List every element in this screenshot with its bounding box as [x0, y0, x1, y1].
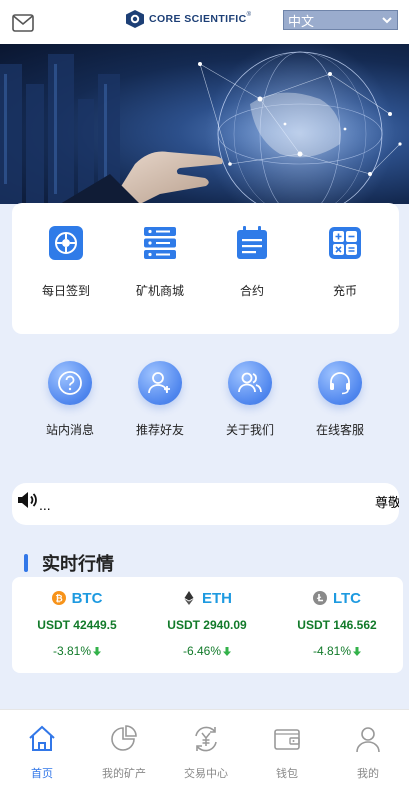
- tab-label: 交易中心: [184, 768, 228, 780]
- ethereum-icon: [184, 591, 194, 605]
- link-refer-friend[interactable]: 推荐好友: [112, 361, 208, 438]
- tab-profile[interactable]: 我的: [327, 724, 409, 781]
- tab-home[interactable]: 首页: [1, 724, 83, 781]
- coin-change: -4.81%: [272, 644, 402, 658]
- coin-price: USDT 2940.09: [167, 618, 247, 632]
- chevron-down-icon: [382, 17, 392, 24]
- link-label: 站内消息: [45, 423, 94, 437]
- exchange-yuan-icon: [195, 726, 217, 752]
- circle-button: [228, 361, 272, 405]
- coin-ltc[interactable]: LTC USDT 146.562 -4.81%: [272, 587, 402, 659]
- arrow-down-icon: [223, 646, 232, 656]
- home-icon: [29, 725, 55, 751]
- add-friend-icon: [148, 372, 170, 394]
- svg-text:₿: ₿: [55, 594, 62, 605]
- coin-symbol: ETH: [202, 589, 232, 607]
- top-header: CORE SCIENTIFIC ® 中文: [0, 0, 409, 44]
- tab-label: 我的: [357, 768, 379, 780]
- coin-header: ₿ BTC: [12, 587, 142, 609]
- link-messages[interactable]: 站内消息: [22, 361, 118, 438]
- circle-button: [138, 361, 182, 405]
- pie-chart-icon: [111, 725, 137, 751]
- market-section-title: 实时行情: [24, 552, 114, 574]
- coin-change: -3.81%: [12, 644, 142, 658]
- arrow-down-icon: [93, 646, 102, 656]
- server-icon: [144, 227, 176, 259]
- bottom-tab-bar: 首页 我的矿产 交易中心 钱包 我的: [0, 709, 409, 793]
- litecoin-icon: [312, 591, 327, 605]
- announcement-text: 尊敬: [375, 495, 399, 510]
- circle-button: [48, 361, 92, 405]
- quick-action-label: 充币: [332, 284, 357, 298]
- coin-change-value: -4.81%: [312, 644, 352, 658]
- title-accent-bar: [24, 554, 28, 572]
- coin-change: -6.46%: [142, 644, 272, 658]
- coin-header: LTC: [272, 587, 402, 609]
- link-label: 在线客服: [315, 423, 364, 437]
- hero-banner[interactable]: [0, 44, 409, 204]
- section-title-text: 实时行情: [42, 554, 114, 574]
- contract-icon: [237, 226, 267, 259]
- quick-action-label: 矿机商城: [135, 284, 184, 298]
- quick-action-label: 合约: [239, 284, 264, 298]
- arrow-down-icon: [353, 646, 362, 656]
- market-card: ₿ BTC USDT 42449.5 -3.81% ETH USDT 2940.…: [12, 577, 403, 673]
- circle-button: [318, 361, 362, 405]
- quick-action-deposit[interactable]: 充币: [297, 225, 393, 299]
- coin-change-value: -3.81%: [52, 644, 92, 658]
- link-label: 推荐好友: [135, 423, 184, 437]
- bitcoin-icon: ₿: [51, 591, 66, 605]
- tab-my-mining[interactable]: 我的矿产: [83, 724, 165, 781]
- coin-price: USDT 42449.5: [37, 618, 117, 632]
- headset-icon: [330, 372, 350, 395]
- wallet-icon: [274, 729, 300, 750]
- banner-globe-image: [0, 44, 402, 204]
- announcement-ellipsis: ...: [39, 497, 51, 513]
- language-select[interactable]: 中文: [283, 10, 398, 30]
- quick-action-daily-sign-in[interactable]: 每日签到: [18, 225, 114, 299]
- tab-label: 钱包: [276, 768, 298, 780]
- coin-symbol: LTC: [332, 589, 362, 607]
- mail-icon[interactable]: [12, 14, 34, 32]
- coin-symbol: BTC: [71, 589, 103, 607]
- tab-label: 首页: [31, 768, 53, 780]
- logo-text: CORE SCIENTIFIC: [149, 13, 247, 25]
- user-icon: [356, 727, 380, 753]
- logo-mark-icon: [126, 10, 144, 28]
- announcement-bar[interactable]: ... 尊敬: [12, 483, 399, 525]
- quick-action-miner-mall[interactable]: 矿机商城: [112, 225, 208, 299]
- tab-trade-center[interactable]: 交易中心: [165, 724, 247, 781]
- coin-price: USDT 146.562: [297, 618, 377, 632]
- calculator-icon: [329, 227, 361, 259]
- registered-mark: ®: [246, 12, 252, 18]
- tab-wallet[interactable]: 钱包: [246, 724, 328, 781]
- tab-label: 我的矿产: [102, 768, 146, 780]
- link-about-us[interactable]: 关于我们: [202, 361, 298, 438]
- brand-logo: CORE SCIENTIFIC ®: [124, 9, 251, 29]
- speaker-icon: [18, 492, 37, 508]
- coin-header: ETH: [142, 587, 272, 609]
- language-value: 中文: [288, 13, 315, 29]
- coin-change-value: -6.46%: [182, 644, 222, 658]
- link-label: 关于我们: [225, 423, 274, 437]
- sign-in-icon: [49, 226, 83, 260]
- users-icon: [238, 372, 262, 393]
- coin-eth[interactable]: ETH USDT 2940.09 -6.46%: [142, 587, 272, 659]
- question-icon: [58, 371, 82, 395]
- link-online-support[interactable]: 在线客服: [292, 361, 388, 438]
- coin-btc[interactable]: ₿ BTC USDT 42449.5 -3.81%: [12, 587, 142, 659]
- quick-action-contract[interactable]: 合约: [204, 225, 300, 299]
- quick-action-label: 每日签到: [41, 284, 90, 298]
- quick-actions-card: 每日签到 矿机商城 合约 充币: [12, 203, 399, 334]
